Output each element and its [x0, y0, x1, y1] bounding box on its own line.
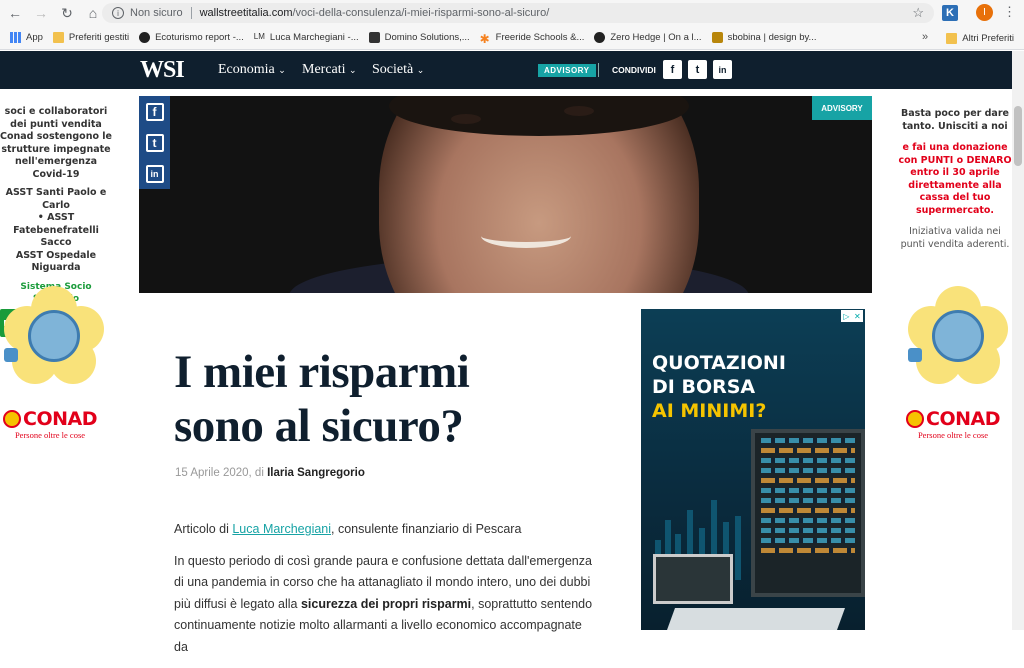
linkedin-share-icon[interactable]: in — [713, 60, 732, 79]
star-favicon-icon: ✱ — [479, 32, 490, 46]
bookmark-domino[interactable]: Domino Solutions,... — [368, 32, 470, 43]
facebook-icon[interactable]: f — [139, 96, 170, 127]
nav-mercati[interactable]: Mercati ⌄ — [302, 62, 357, 78]
stock-quotes-ad[interactable]: ▷ ✕ QUOTAZIONI DI BORSA AI MINIMI? — [641, 309, 865, 630]
nav-economia[interactable]: Economia ⌄ — [218, 62, 286, 78]
conad-sun-icon — [906, 410, 924, 428]
trading-monitor-image — [751, 429, 865, 597]
chevron-down-icon: ⌄ — [416, 65, 425, 75]
hero-advisory-badge[interactable]: ADVISORY — [812, 96, 872, 120]
share-label: CONDIVIDI — [612, 65, 656, 75]
scroll-thumb[interactable] — [1014, 106, 1022, 166]
extension-k-icon[interactable]: K — [942, 5, 958, 21]
ad-intro-text: soci e collaboratori dei punti vendita C… — [0, 106, 112, 180]
ad-headline: QUOTAZIONI DI BORSA AI MINIMI? — [652, 352, 786, 422]
zerohedge-favicon-icon — [594, 32, 606, 43]
author-link[interactable]: Luca Marchegiani — [232, 522, 331, 536]
conad-logo-left[interactable]: CONAD Persone oltre le cose — [3, 408, 97, 440]
conad-logo-right[interactable]: CONAD Persone oltre le cose — [906, 408, 1000, 440]
article-body: Articolo di Luca Marchegiani, consulente… — [174, 519, 594, 668]
profile-avatar[interactable]: I — [976, 4, 993, 21]
bookmark-sbobina[interactable]: sbobina | design by... — [711, 32, 816, 43]
article-author[interactable]: Ilaria Sangregorio — [267, 467, 365, 479]
laptop-image — [653, 554, 733, 604]
hospital-list: ASST Santi Paolo e Carlo • ASST Fatebene… — [5, 187, 107, 273]
forward-icon[interactable]: → — [30, 2, 52, 24]
article-byline: 15 Aprile 2020, di Ilaria Sangregorio — [175, 467, 365, 479]
bookmarks-bar: App Preferiti gestiti Ecoturismo report … — [0, 26, 1024, 50]
bookmark-luca-marchegiani[interactable]: LM Luca Marchegiani -... — [254, 32, 359, 43]
article-paragraph: Articolo di Luca Marchegiani, consulente… — [174, 522, 522, 536]
other-bookmarks[interactable]: Altri Preferiti — [946, 32, 1014, 44]
twitter-share-icon[interactable]: t — [688, 60, 707, 79]
url-path: /voci-della-consulenza/i-miei-risparmi-s… — [292, 7, 550, 19]
domino-favicon-icon — [368, 32, 380, 43]
twitter-icon[interactable]: t — [139, 127, 170, 158]
divider — [598, 63, 599, 77]
heart-puzzle-flower-logo — [908, 286, 1008, 386]
bookmark-preferiti-gestiti[interactable]: Preferiti gestiti — [52, 32, 129, 43]
facebook-share-icon[interactable]: f — [663, 60, 682, 79]
folder-icon — [946, 32, 958, 44]
advisory-badge[interactable]: ADVISORY — [538, 64, 596, 77]
linkedin-icon[interactable]: in — [139, 158, 170, 189]
keyboard-image — [666, 608, 846, 630]
right-side-ad[interactable]: Basta poco per dare tanto. Unisciti a no… — [896, 108, 1014, 251]
address-bar[interactable]: i Non sicuro wallstreetitalia.com/voci-d… — [102, 3, 934, 23]
sbobina-favicon-icon — [711, 32, 723, 43]
bookmark-freeride[interactable]: ✱ Freeride Schools &... — [479, 32, 585, 46]
more-bookmarks-button[interactable]: » — [922, 31, 928, 43]
divider — [190, 7, 192, 19]
apps-grid-icon — [10, 32, 21, 43]
bookmark-star-icon[interactable]: ☆ — [912, 5, 924, 21]
home-icon[interactable]: ⌂ — [82, 2, 104, 24]
article-paragraph: In questo periodo di così grande paura e… — [174, 553, 593, 654]
article-title: I miei risparmi sono al sicuro? — [174, 346, 470, 452]
bookmark-ecoturismo[interactable]: Ecoturismo report -... — [139, 32, 244, 43]
url-host: wallstreetitalia.com — [199, 7, 293, 19]
site-header: WSI Economia ⌄ Mercati ⌄ Società ⌄ ADVIS… — [0, 51, 1012, 89]
reload-icon[interactable]: ↻ — [56, 2, 78, 24]
info-icon[interactable]: i — [112, 7, 124, 19]
chevron-down-icon: ⌄ — [349, 65, 357, 75]
nav-societa[interactable]: Società ⌄ — [372, 62, 424, 78]
security-label: Non sicuro — [130, 7, 183, 19]
back-icon[interactable]: ← — [4, 2, 26, 24]
browser-menu-icon[interactable]: ⋮ — [1003, 4, 1016, 20]
conad-sun-icon — [3, 410, 21, 428]
article-date: 15 Aprile 2020, di — [175, 467, 264, 479]
ad-donation-text: e fai una donazione con PUNTI o DENARO e… — [898, 142, 1012, 216]
ad-note-text: Iniziativa valida nei punti vendita ader… — [900, 226, 1010, 250]
heart-puzzle-flower-logo — [4, 286, 104, 386]
ad-intro-text: Basta poco per dare tanto. Unisciti a no… — [901, 108, 1009, 132]
adchoices-icon[interactable]: ▷ ✕ — [841, 310, 863, 322]
bookmark-apps[interactable]: App — [10, 32, 43, 43]
chevron-down-icon: ⌄ — [278, 65, 286, 75]
bookmark-zerohedge[interactable]: Zero Hedge | On a l... — [594, 32, 702, 43]
hero-image: ADVISORY — [139, 96, 872, 293]
folder-icon — [52, 32, 64, 43]
lm-favicon-icon: LM — [253, 32, 265, 41]
site-favicon-icon — [139, 32, 151, 43]
site-logo[interactable]: WSI — [140, 57, 185, 84]
